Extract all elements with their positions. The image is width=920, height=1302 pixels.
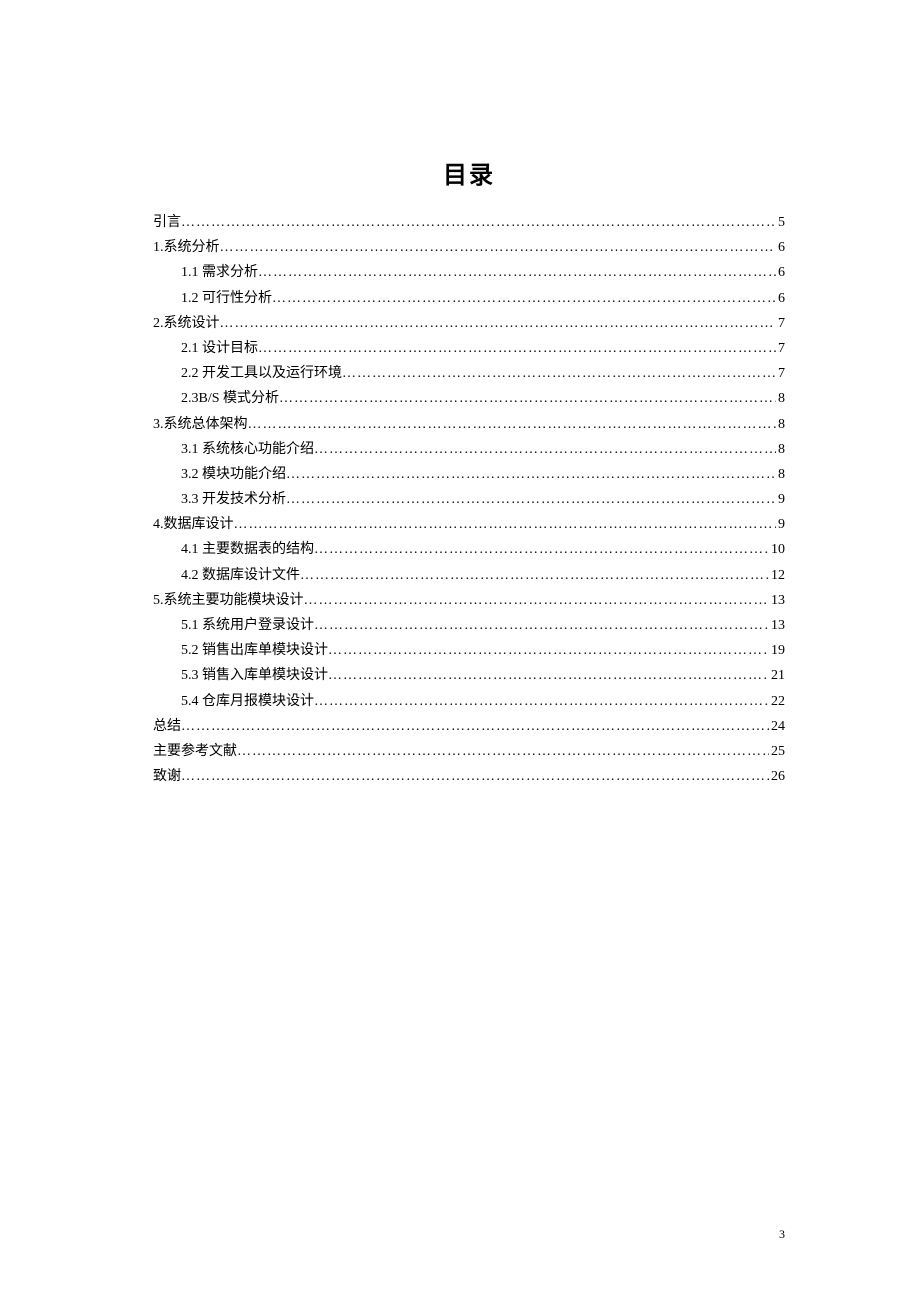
toc-entry-page: 8 [776,462,785,487]
toc-entry: 2.系统设计 7 [153,311,785,336]
toc-entry: 主要参考文献 25 [153,739,785,764]
toc-entry-page: 25 [769,739,785,764]
toc-title: 目录 [153,155,785,190]
toc-leader-dots [279,386,776,411]
toc-entry-label: 致谢 [153,764,181,789]
toc-entry: 1.2 可行性分析 6 [153,286,785,311]
toc-entry: 3.2 模块功能介绍 8 [153,462,785,487]
toc-entry-page: 7 [776,361,785,386]
toc-entry: 引言 5 [153,210,785,235]
toc-entry-label: 3.1 系统核心功能介绍 [181,437,314,462]
toc-entry-page: 6 [776,235,785,260]
toc-entry-label: 5.2 销售出库单模块设计 [181,638,328,663]
toc-entry: 4.2 数据库设计文件 12 [153,563,785,588]
toc-entry-page: 7 [776,311,785,336]
toc-leader-dots [220,311,777,336]
toc-leader-dots [328,663,769,688]
toc-entry-label: 5.3 销售入库单模块设计 [181,663,328,688]
toc-entry-page: 6 [776,260,785,285]
toc-entry-label: 3.3 开发技术分析 [181,487,286,512]
toc-entry-page: 21 [769,663,785,688]
toc-entry-page: 9 [776,512,785,537]
toc-leader-dots [328,638,769,663]
toc-entry: 1.1 需求分析 6 [153,260,785,285]
toc-entry: 5.2 销售出库单模块设计 19 [153,638,785,663]
toc-leader-dots [272,286,776,311]
document-page: 目录 引言51.系统分析61.1 需求分析61.2 可行性分析62.系统设计72… [0,0,920,789]
toc-entry: 5.3 销售入库单模块设计 21 [153,663,785,688]
toc-entry-label: 2.2 开发工具以及运行环境 [181,361,342,386]
toc-entry-page: 24 [769,714,785,739]
page-number: 3 [779,1227,785,1242]
toc-entry: 5.1 系统用户登录设计 13 [153,613,785,638]
toc-leader-dots [304,588,770,613]
toc-entry-label: 3.系统总体架构 [153,412,248,437]
toc-entry: 2.1 设计目标 7 [153,336,785,361]
toc-entry-page: 13 [769,613,785,638]
toc-entry: 致谢 26 [153,764,785,789]
toc-entry: 5.4 仓库月报模块设计 22 [153,689,785,714]
toc-leader-dots [181,210,776,235]
toc-entry-label: 5.1 系统用户登录设计 [181,613,314,638]
toc-leader-dots [258,336,776,361]
toc-entry-page: 8 [776,386,785,411]
toc-entry-page: 19 [769,638,785,663]
toc-leader-dots [248,412,777,437]
table-of-contents: 引言51.系统分析61.1 需求分析61.2 可行性分析62.系统设计72.1 … [153,210,785,789]
toc-leader-dots [300,563,769,588]
toc-entry-page: 22 [769,689,785,714]
toc-entry-page: 8 [776,412,785,437]
toc-entry-label: 2.系统设计 [153,311,220,336]
toc-entry: 3.1 系统核心功能介绍 8 [153,437,785,462]
toc-entry-label: 4.1 主要数据表的结构 [181,537,314,562]
toc-leader-dots [220,235,777,260]
toc-entry: 3.3 开发技术分析 9 [153,487,785,512]
toc-entry: 5.系统主要功能模块设计 13 [153,588,785,613]
toc-leader-dots [181,764,769,789]
toc-entry-page: 10 [769,537,785,562]
toc-entry-label: 3.2 模块功能介绍 [181,462,286,487]
toc-entry-page: 7 [776,336,785,361]
toc-leader-dots [342,361,776,386]
toc-entry-page: 12 [769,563,785,588]
toc-entry-label: 1.系统分析 [153,235,220,260]
toc-leader-dots [286,487,776,512]
toc-leader-dots [258,260,776,285]
toc-entry-label: 1.1 需求分析 [181,260,258,285]
toc-entry: 3.系统总体架构 8 [153,412,785,437]
toc-entry: 2.2 开发工具以及运行环境 7 [153,361,785,386]
toc-leader-dots [181,714,769,739]
toc-entry-label: 引言 [153,210,181,235]
toc-leader-dots [237,739,769,764]
toc-entry-page: 6 [776,286,785,311]
toc-entry-label: 2.3B/S 模式分析 [181,386,279,411]
toc-entry-label: 5.系统主要功能模块设计 [153,588,304,613]
toc-entry: 2.3B/S 模式分析 8 [153,386,785,411]
toc-entry-label: 1.2 可行性分析 [181,286,272,311]
toc-entry-page: 8 [776,437,785,462]
toc-entry-label: 总结 [153,714,181,739]
toc-entry-label: 4.数据库设计 [153,512,234,537]
toc-entry-page: 26 [769,764,785,789]
toc-leader-dots [314,613,769,638]
toc-entry-label: 2.1 设计目标 [181,336,258,361]
toc-leader-dots [234,512,777,537]
toc-entry: 总结 24 [153,714,785,739]
toc-entry: 4.1 主要数据表的结构 10 [153,537,785,562]
toc-leader-dots [314,537,769,562]
toc-entry-label: 主要参考文献 [153,739,237,764]
toc-entry-label: 5.4 仓库月报模块设计 [181,689,314,714]
toc-entry-page: 9 [776,487,785,512]
toc-entry-page: 5 [776,210,785,235]
toc-leader-dots [314,689,769,714]
toc-leader-dots [286,462,776,487]
toc-entry: 1.系统分析 6 [153,235,785,260]
toc-leader-dots [314,437,776,462]
toc-entry-label: 4.2 数据库设计文件 [181,563,300,588]
toc-entry-page: 13 [769,588,785,613]
toc-entry: 4.数据库设计 9 [153,512,785,537]
